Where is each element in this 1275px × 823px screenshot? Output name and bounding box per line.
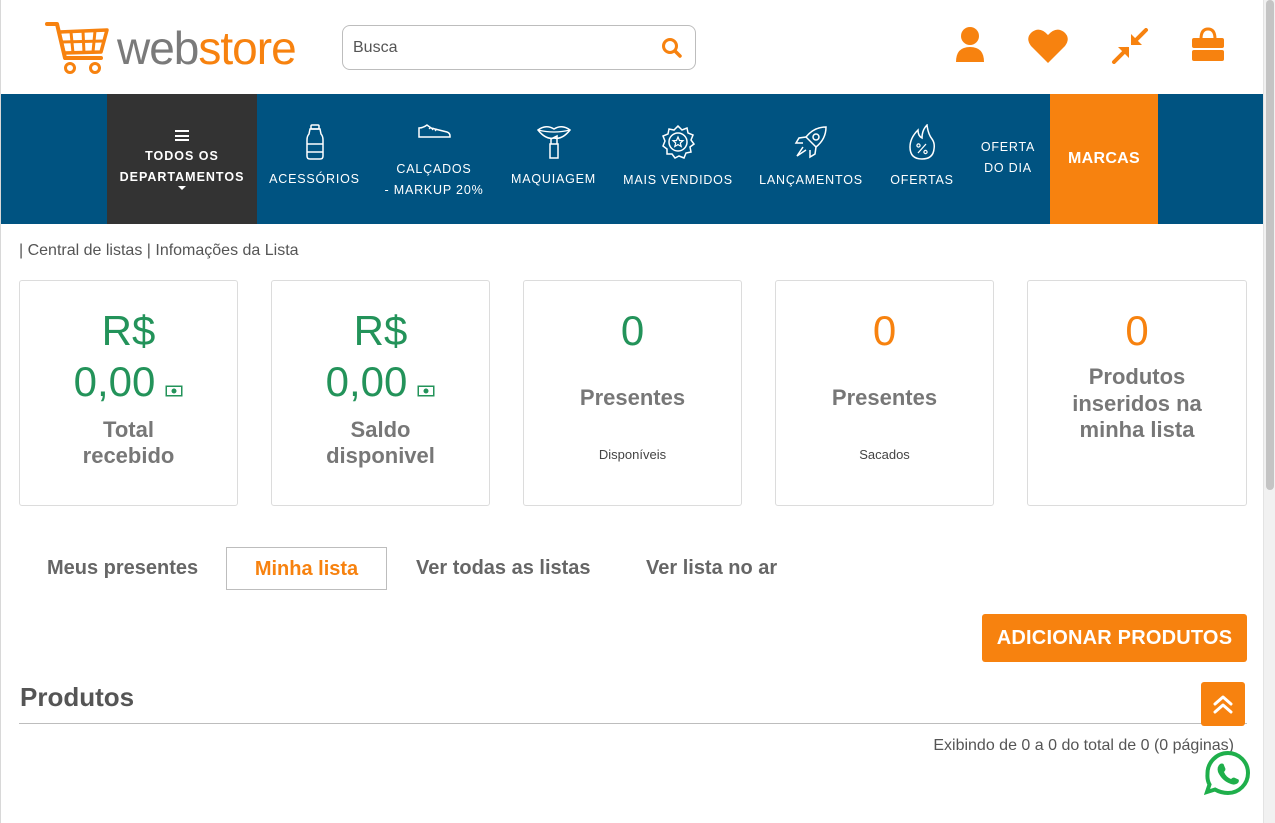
heart-icon[interactable]: [1027, 28, 1069, 69]
scroll-to-top-button[interactable]: [1201, 682, 1245, 726]
card-saldo-disponivel: R$ 0,00 Saldo disponivel: [271, 280, 490, 506]
user-icon[interactable]: [954, 26, 986, 69]
nav-item-marcas[interactable]: MARCAS: [1050, 94, 1158, 224]
caret-down-icon: [178, 186, 186, 190]
add-products-button[interactable]: ADICIONAR PRODUTOS: [982, 614, 1247, 662]
sneaker-icon: [381, 122, 487, 140]
card-title: Presentes: [831, 385, 938, 410]
scrollbar[interactable]: [1263, 0, 1275, 823]
shopping-bag-icon[interactable]: [1191, 27, 1225, 68]
cart-logo-icon: [45, 22, 109, 74]
header: webstore: [1, 0, 1264, 94]
logo-part-web: web: [117, 22, 199, 74]
card-value: 0: [1125, 307, 1149, 354]
tab-meus-presentes[interactable]: Meus presentes: [47, 547, 198, 590]
card-title: disponivel: [326, 443, 435, 468]
tab-minha-lista[interactable]: Minha lista: [226, 547, 387, 590]
nav-label: OFERTAS: [890, 173, 954, 187]
card-currency: R$: [101, 307, 156, 354]
main-nav: TODOS OS DEPARTAMENTOS ACESSÓRIOS CALÇAD…: [1, 94, 1264, 224]
card-value-row: 0,00: [272, 356, 489, 411]
nav-item-maquiagem[interactable]: MAQUIAGEM: [506, 94, 601, 224]
rocket-icon: [755, 125, 867, 159]
card-title: minha lista: [1079, 417, 1195, 442]
money-icon: [417, 357, 435, 409]
nav-label: LANÇAMENTOS: [759, 173, 863, 187]
card-title: Total: [103, 417, 154, 442]
tab-ver-todas-as-listas[interactable]: Ver todas as listas: [416, 547, 591, 590]
nav-item-acessorios[interactable]: ACESSÓRIOS: [267, 94, 362, 224]
nav-label: OFERTA: [980, 140, 1036, 154]
logo-wordmark: webstore: [117, 22, 297, 74]
all-departments-label: TODOS OS DEPARTAMENTOS: [119, 149, 245, 184]
compress-icon[interactable]: [1111, 28, 1149, 69]
card-title: Produtos: [1088, 364, 1186, 389]
tab-ver-lista-no-ar[interactable]: Ver lista no ar: [646, 547, 777, 590]
nav-item-ofertas[interactable]: OFERTAS: [885, 94, 959, 224]
nav-label: MAIS VENDIDOS: [623, 173, 733, 187]
card-currency: R$: [353, 307, 408, 354]
bottle-icon: [267, 124, 362, 160]
search-icon[interactable]: [661, 37, 683, 64]
card-subtitle: Disponíveis: [598, 447, 667, 462]
nav-item-lancamentos[interactable]: LANÇAMENTOS: [755, 94, 867, 224]
nav-label-sub: DO DIA: [984, 161, 1032, 175]
card-presentes-disponiveis: 0 Presentes Disponíveis: [523, 280, 742, 506]
page: webstore TODOS OS DEPARTAMENTOS: [0, 0, 1264, 823]
card-value: 0: [620, 307, 645, 354]
card-presentes-sacados: 0 Presentes Sacados: [775, 280, 994, 506]
card-subtitle: Sacados: [859, 447, 910, 462]
products-heading: Produtos: [20, 682, 135, 712]
breadcrumb[interactable]: | Central de listas | Infomações da List…: [19, 242, 299, 260]
scrollbar-thumb[interactable]: [1266, 0, 1274, 490]
whatsapp-button[interactable]: [1203, 750, 1252, 803]
logo[interactable]: webstore: [45, 20, 297, 76]
lipstick-icon: [506, 124, 601, 160]
nav-item-oferta-do-dia[interactable]: OFERTA DO DIA: [971, 94, 1045, 224]
card-title: recebido: [82, 443, 175, 468]
card-value: 0,00: [73, 358, 156, 405]
money-icon: [165, 357, 183, 409]
logo-part-store: store: [198, 22, 296, 74]
whatsapp-icon: [1203, 750, 1250, 796]
card-produtos-inseridos: 0 Produtos inseridos na minha lista: [1027, 280, 1247, 506]
divider: [19, 723, 1247, 724]
nav-label: CALÇADOS: [396, 162, 472, 176]
card-value: 0: [872, 307, 897, 354]
hamburger-icon: [175, 130, 189, 141]
card-value-row: 0,00: [20, 356, 237, 411]
star-badge-icon: [620, 125, 736, 159]
card-title: Saldo: [350, 417, 411, 442]
nav-item-calcados[interactable]: CALÇADOS - MARKUP 20%: [381, 94, 487, 224]
card-title: inseridos na: [1072, 391, 1202, 416]
nav-item-mais-vendidos[interactable]: MAIS VENDIDOS: [620, 94, 736, 224]
all-departments-menu[interactable]: TODOS OS DEPARTAMENTOS: [107, 94, 257, 224]
search-box: [342, 25, 696, 70]
search-input[interactable]: [353, 36, 643, 60]
card-value: 0,00: [325, 358, 408, 405]
nav-label-sub: - MARKUP 20%: [384, 183, 484, 197]
card-total-recebido: R$ 0,00 Total recebido: [19, 280, 238, 506]
card-title: Presentes: [579, 385, 686, 410]
nav-label: MAQUIAGEM: [511, 172, 596, 186]
chevron-double-up-icon: [1213, 695, 1233, 714]
nav-label: ACESSÓRIOS: [269, 172, 360, 186]
flame-percent-icon: [885, 124, 959, 160]
paging-info: Exibindo de 0 a 0 do total de 0 (0 págin…: [933, 737, 1234, 754]
